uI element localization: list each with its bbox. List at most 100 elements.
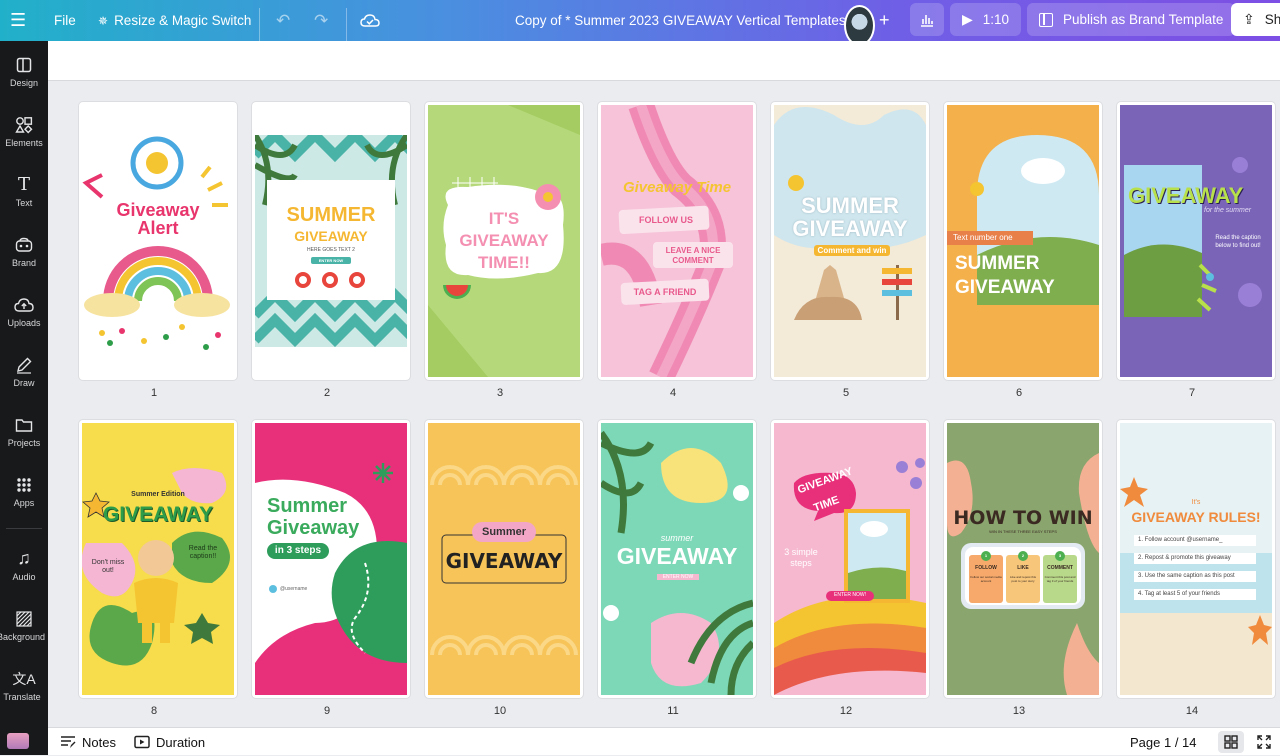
page-thumbnail-1[interactable]: Giveaway Alert: [79, 102, 237, 380]
resize-magic-switch-button[interactable]: ✵ Resize & Magic Switch: [98, 0, 251, 41]
page-thumbnail-12[interactable]: GIVEAWAY TIME 3 simple steps ENTER NOW!: [771, 420, 929, 698]
page-6-title-line2: GIVEAWAY: [955, 277, 1055, 298]
page-7-title: GIVEAWAY: [1128, 183, 1244, 208]
projects-icon: [15, 415, 33, 435]
sidebar-item-projects[interactable]: Projects: [0, 403, 48, 459]
timer-icon: [134, 735, 150, 749]
resize-label: Resize & Magic Switch: [114, 13, 252, 28]
grid-icon: [1224, 735, 1238, 749]
page-number-8: 8: [150, 705, 158, 717]
page-11-enter-label: ENTER NOW: [657, 574, 699, 580]
page-thumbnail-5[interactable]: SUMMER GIVEAWAY Comment and win: [771, 102, 929, 380]
sidebar-item-uploads[interactable]: Uploads: [0, 283, 48, 339]
page-12-enter-label: ENTER NOW!: [834, 592, 866, 598]
page-number-7: 7: [1188, 387, 1196, 399]
add-collaborator-icon[interactable]: +: [879, 0, 890, 41]
page-13-step-num-3: 3: [1058, 553, 1062, 558]
share-button[interactable]: ⇪ Sh: [1231, 3, 1280, 36]
page-9-username: @username: [280, 586, 308, 592]
page-thumbnail-11[interactable]: summer GIVEAWAY ENTER NOW: [598, 420, 756, 698]
page-5-subtitle: Comment and win: [814, 245, 890, 256]
page-indicator: Page 1 / 14: [1130, 734, 1197, 750]
page-8-note-line1: Don't miss: [91, 559, 125, 566]
page-7-subtitle: for the summer: [1204, 207, 1252, 214]
page-4-step-1: FOLLOW US: [639, 215, 693, 225]
left-sidebar: Design Elements T Text Brand Uploads Dra…: [0, 41, 48, 755]
page-thumbnail-4[interactable]: Giveaway Time FOLLOW US LEAVE A NICE COM…: [598, 102, 756, 380]
page-number-12: 12: [839, 705, 853, 717]
fullscreen-button[interactable]: [1254, 728, 1274, 756]
page-number-6: 6: [1015, 387, 1023, 399]
sidebar-item-design[interactable]: Design: [0, 43, 48, 99]
sidebar-item-translate[interactable]: 文A Translate: [0, 657, 48, 713]
page-thumbnail-7[interactable]: GIVEAWAY for the summer Read the caption…: [1117, 102, 1275, 380]
page-7-caption-line1: Read the caption: [1215, 235, 1261, 241]
page-thumbnail-6[interactable]: Text number one SUMMER GIVEAWAY: [944, 102, 1102, 380]
undo-icon[interactable]: ↶: [276, 0, 290, 41]
page-5-title-line2: GIVEAWAY: [792, 216, 908, 241]
page-13-step-1-desc: Follow our social media account: [970, 575, 1002, 583]
page-thumbnail-13[interactable]: HOW TO WIN WIN IN THESE THREE EASY STEPS…: [944, 420, 1102, 698]
play-icon: ▶: [962, 11, 973, 27]
grid-view-button[interactable]: [1218, 731, 1244, 753]
page-4-step-2-line2: COMMENT: [672, 256, 714, 265]
page-14-title: GIVEAWAY RULES!: [1131, 509, 1261, 525]
design-thumbnail[interactable]: [7, 733, 29, 749]
page-thumbnail-9[interactable]: Summer Giveaway in 3 steps @username: [252, 420, 410, 698]
page-number-13: 13: [1012, 705, 1026, 717]
page-13-step-num-2: 2: [1021, 553, 1025, 558]
page-thumbnail-3[interactable]: IT'S GIVEAWAY TIME!!: [425, 102, 583, 380]
page-2-subtext: HERE GOES TEXT 2: [307, 247, 355, 253]
page-number-1: 1: [150, 387, 158, 399]
page-9-title-line1: Summer: [267, 495, 348, 517]
page-11-title: GIVEAWAY: [616, 543, 738, 569]
background-icon: [16, 609, 32, 629]
page-6-title-line1: SUMMER: [955, 253, 1040, 274]
analytics-button[interactable]: [910, 3, 944, 36]
page-thumbnail-10[interactable]: Summer GIVEAWAY: [425, 420, 583, 698]
avatar[interactable]: [844, 5, 875, 46]
uploads-icon: [14, 295, 34, 315]
page-14-rule-1: 1. Follow account @username_: [1138, 537, 1223, 543]
sidebar-item-apps[interactable]: Apps: [0, 463, 48, 519]
sidebar-item-draw[interactable]: Draw: [0, 343, 48, 399]
duration-button[interactable]: Duration: [134, 728, 205, 756]
brand-icon: [15, 235, 33, 255]
present-button[interactable]: ▶ 1:10: [950, 3, 1022, 36]
page-10-title: GIVEAWAY: [445, 549, 563, 573]
sidebar-item-audio[interactable]: ♫ Audio: [0, 537, 48, 593]
duration-readout: 1:10: [982, 12, 1010, 27]
notes-label: Notes: [82, 734, 116, 750]
page-1-title-line2: Alert: [137, 218, 179, 238]
page-14-rule-4: 4. Tag at least 5 of your friends: [1138, 591, 1220, 597]
page-13-title: HOW TO WIN: [953, 507, 1093, 529]
page-thumbnail-8[interactable]: Summer Edition GIVEAWAY Don't miss out! …: [79, 420, 237, 698]
file-menu-button[interactable]: File: [54, 0, 76, 41]
page-3-title-line1: IT'S: [488, 209, 520, 228]
elements-icon: [15, 115, 33, 135]
redo-icon[interactable]: ↷: [314, 0, 328, 41]
page-13-step-1-label: FOLLOW: [975, 565, 997, 571]
sparkle-icon: ✵: [98, 13, 109, 28]
menu-icon[interactable]: ☰: [10, 0, 26, 41]
notes-button[interactable]: Notes: [60, 728, 116, 756]
cloud-save-icon[interactable]: [360, 0, 380, 41]
share-label: Sh: [1264, 12, 1280, 27]
page-4-step-3: TAG A FRIEND: [633, 287, 697, 297]
page-thumbnail-2[interactable]: SUMMER GIVEAWAY HERE GOES TEXT 2 ENTER N…: [252, 102, 410, 380]
page-13-step-3-desc: Comment this post and tag 3 of your frie…: [1044, 575, 1076, 583]
page-grid-view: Giveaway Alert 1 SUMMER GIVEAWAY HERE GO…: [48, 41, 1280, 727]
page-8-edition-label: Summer Edition: [131, 491, 185, 498]
share-icon: ⇪: [1243, 11, 1255, 27]
sidebar-item-brand[interactable]: Brand: [0, 223, 48, 279]
page-thumbnail-14[interactable]: It's GIVEAWAY RULES! 1. Follow account @…: [1117, 420, 1275, 698]
template-icon: [1039, 12, 1053, 27]
page-12-steps-line1: 3 simple: [784, 547, 818, 557]
sidebar-item-text[interactable]: T Text: [0, 163, 48, 219]
sidebar-item-elements[interactable]: Elements: [0, 103, 48, 159]
publish-brand-template-button[interactable]: Publish as Brand Template: [1027, 3, 1236, 36]
sidebar-item-background[interactable]: Background: [0, 597, 48, 653]
document-title[interactable]: Copy of * Summer 2023 GIVEAWAY Vertical …: [515, 0, 846, 41]
page-1-title-line1: Giveaway: [116, 200, 200, 220]
duration-label: Duration: [156, 734, 206, 750]
